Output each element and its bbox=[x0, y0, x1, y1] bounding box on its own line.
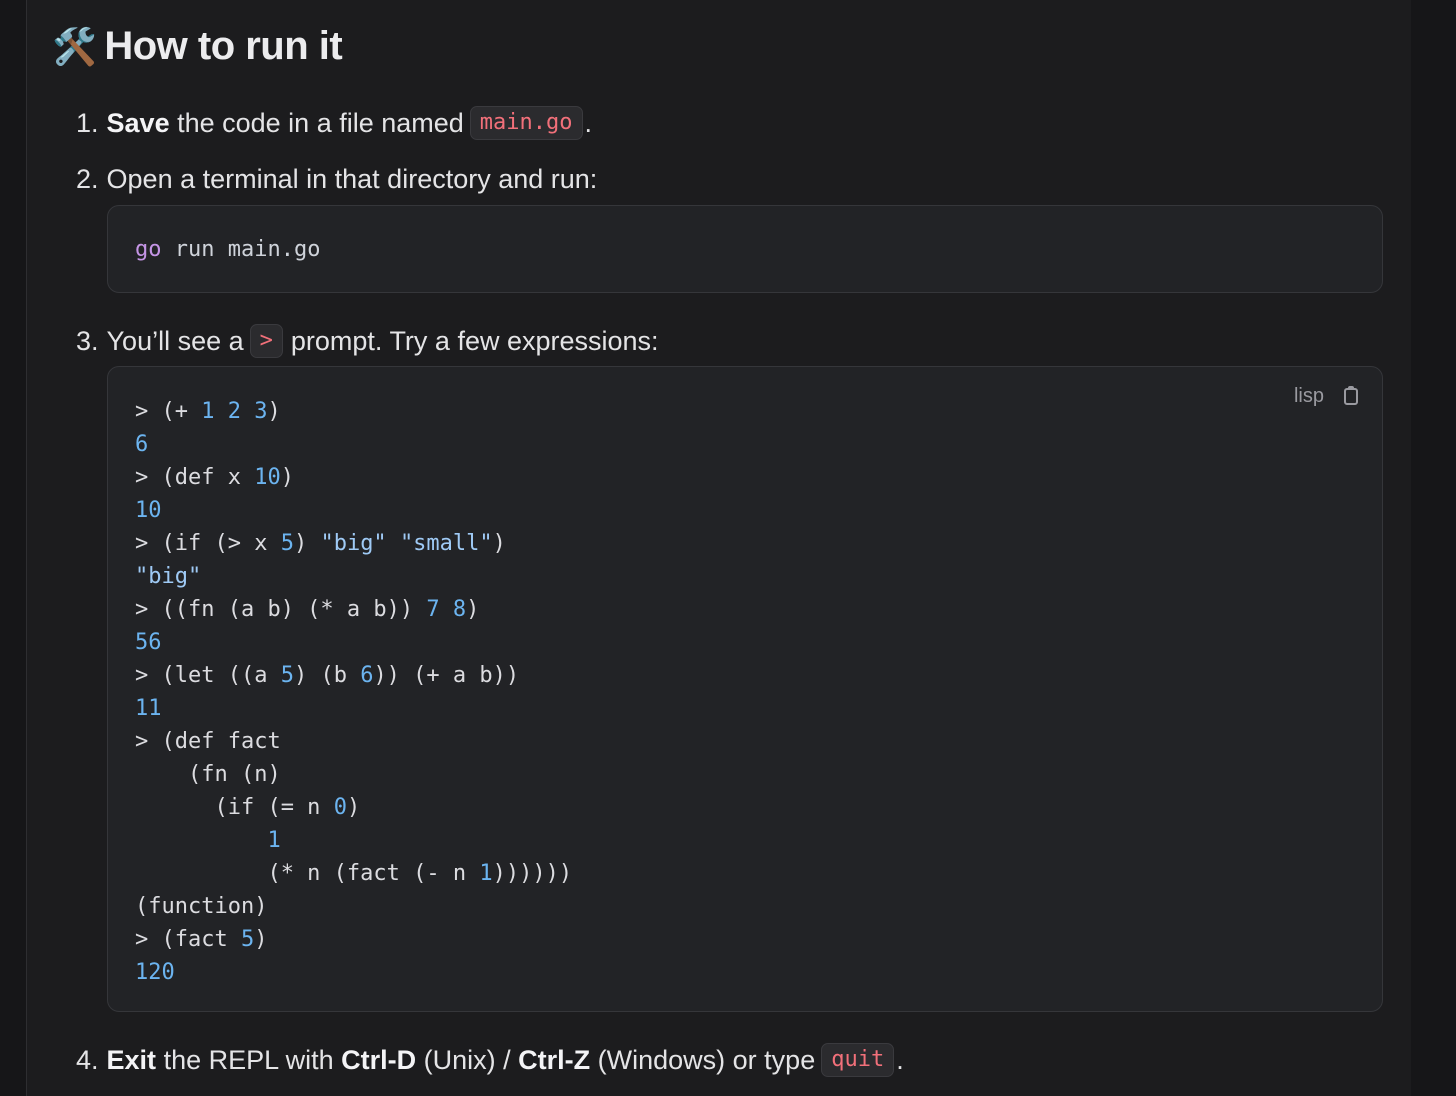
code-language-label: lisp bbox=[1293, 385, 1324, 407]
step-text: the REPL with bbox=[156, 1044, 342, 1075]
step-bold: Save bbox=[106, 107, 170, 138]
step-text: Open a terminal in that directory and ru… bbox=[106, 164, 598, 194]
code-line: "big" bbox=[135, 564, 202, 589]
section-heading: 🛠️ How to run it bbox=[52, 24, 343, 69]
step-text: . bbox=[584, 107, 593, 138]
step-number: 3. bbox=[76, 325, 99, 356]
code-line: > ((fn (a b) (* a b)) 7 8) bbox=[135, 597, 480, 622]
step-number: 4. bbox=[76, 1044, 99, 1075]
code-command: run main.go bbox=[161, 237, 321, 262]
step-number: 2. bbox=[76, 164, 99, 194]
code-line: (* n (fact (- n 1)))))) bbox=[135, 861, 573, 886]
code-line: (function) bbox=[135, 894, 268, 919]
step-3: 3. You’ll see a > prompt. Try a few expr… bbox=[76, 324, 659, 358]
code-line: 6 bbox=[135, 432, 149, 457]
step-text: . bbox=[896, 1044, 904, 1075]
code-line: go run main.go bbox=[135, 234, 1355, 266]
terminal-code-block: go run main.go bbox=[107, 205, 1383, 293]
code-line: 11 bbox=[135, 696, 162, 721]
inline-code-prompt: > bbox=[249, 324, 283, 358]
code-line: 56 bbox=[135, 630, 162, 655]
code-line: > (if (> x 5) "big" "small") bbox=[135, 531, 506, 556]
code-line: > (+ 1 2 3) bbox=[135, 399, 281, 424]
code-line: 10 bbox=[135, 498, 162, 523]
step-text: You’ll see a bbox=[106, 325, 244, 356]
inline-code-quit: quit bbox=[821, 1043, 895, 1077]
step-bold-shortcut: Ctrl-Z bbox=[518, 1044, 591, 1075]
step-bold-shortcut: Ctrl-D bbox=[341, 1044, 417, 1075]
step-4: 4. Exit the REPL with Ctrl-D (Unix) / Ct… bbox=[76, 1043, 904, 1077]
inline-code-filename: main.go bbox=[469, 106, 583, 140]
code-line: > (let ((a 5) (b 6)) (+ a b)) bbox=[135, 663, 520, 688]
repl-code: > (+ 1 2 3) 6 > (def x 10) 10 > (if (> x 5) … bbox=[135, 395, 1355, 989]
code-line: (if (= n 0) bbox=[135, 795, 361, 820]
step-text: (Windows) or type bbox=[590, 1044, 816, 1075]
code-line: > (def x 10) bbox=[135, 465, 294, 490]
step-1: 1. Save the code in a file named main.go… bbox=[76, 106, 592, 140]
code-keyword: go bbox=[135, 237, 162, 262]
code-line: (fn (n) bbox=[135, 762, 281, 787]
code-line: 1 bbox=[267, 828, 281, 853]
step-text: prompt. Try a few expressions: bbox=[290, 325, 659, 356]
step-text: (Unix) / bbox=[416, 1044, 519, 1075]
step-number: 1. bbox=[76, 107, 99, 138]
clipboard-icon[interactable] bbox=[1344, 386, 1358, 405]
step-bold: Exit bbox=[106, 1044, 157, 1075]
section-title: How to run it bbox=[104, 24, 343, 68]
step-text: the code in a file named bbox=[169, 107, 464, 138]
hammer-wrench-icon: 🛠️ bbox=[52, 25, 97, 67]
scrollbar-track[interactable] bbox=[1411, 0, 1456, 1096]
repl-code-block: lisp > (+ 1 2 3) 6 > (def x 10) 10 > (if (> … bbox=[107, 366, 1383, 1012]
code-line: 120 bbox=[135, 960, 175, 985]
step-2: 2. Open a terminal in that directory and… bbox=[76, 164, 597, 195]
left-gutter bbox=[0, 0, 26, 1096]
code-line: > (def fact bbox=[135, 729, 281, 754]
code-line: > (fact 5) bbox=[135, 927, 268, 952]
